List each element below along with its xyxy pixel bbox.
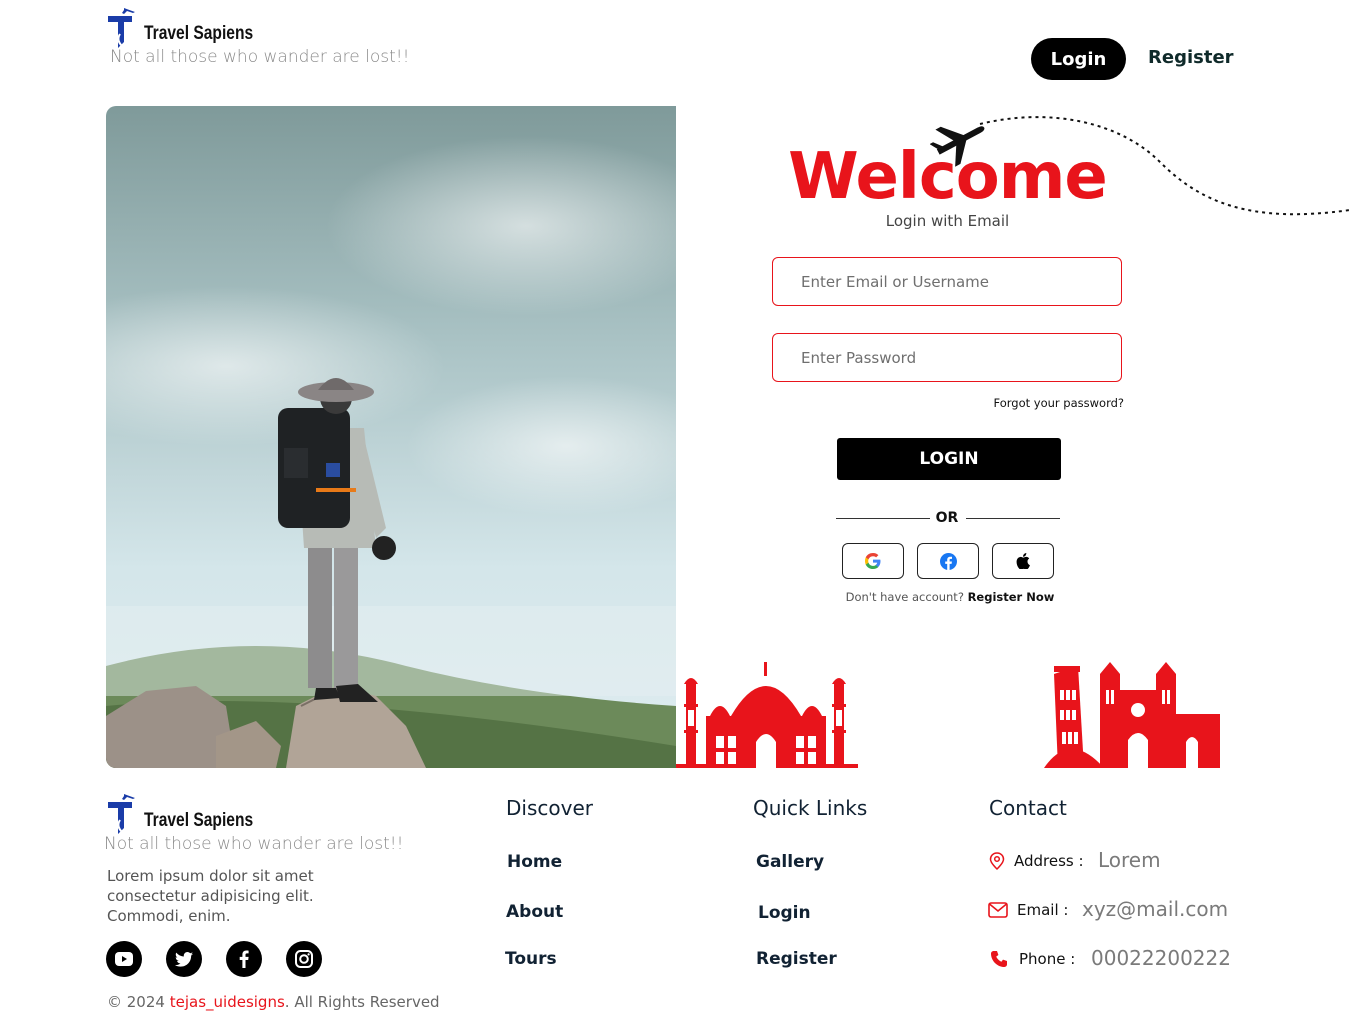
footer-link-home[interactable]: Home xyxy=(507,852,562,872)
footer-link-about[interactable]: About xyxy=(506,902,563,922)
youtube-icon xyxy=(115,952,133,966)
instagram-link[interactable] xyxy=(286,941,322,977)
footer-link-login[interactable]: Login xyxy=(758,903,811,923)
no-account-text: Don't have account? xyxy=(845,590,964,604)
twitter-link[interactable] xyxy=(166,941,202,977)
hero-image xyxy=(106,106,676,768)
quick-links-heading: Quick Links xyxy=(753,796,868,820)
footer-link-tours[interactable]: Tours xyxy=(505,949,557,969)
footer-link-register[interactable]: Register xyxy=(756,949,837,969)
email-input[interactable] xyxy=(772,257,1122,306)
phone-label: Phone : xyxy=(1019,950,1076,968)
google-icon xyxy=(865,553,881,569)
or-divider-right xyxy=(966,518,1060,519)
header-login-button[interactable]: Login xyxy=(1031,38,1126,80)
copyright-brand-link[interactable]: tejas_uidesigns xyxy=(170,993,285,1011)
register-now-link[interactable]: Register Now xyxy=(968,590,1055,604)
phone-value[interactable]: 00022200222 xyxy=(1091,946,1231,970)
logo-mark-icon xyxy=(108,8,135,48)
google-login-button[interactable] xyxy=(842,543,904,579)
email-label: Email : xyxy=(1017,901,1069,919)
welcome-title: Welcome xyxy=(788,140,1108,214)
hiker-photo xyxy=(106,106,676,768)
logo-text: Travel Sapiens xyxy=(144,23,254,44)
taj-mahal-illustration xyxy=(676,662,858,768)
password-input[interactable] xyxy=(772,333,1122,382)
email-value[interactable]: xyz@mail.com xyxy=(1082,897,1228,921)
header-logo[interactable]: Travel Sapiens xyxy=(106,4,306,50)
youtube-link[interactable] xyxy=(106,941,142,977)
location-pin-icon xyxy=(989,852,1005,870)
or-divider-left xyxy=(836,518,930,519)
facebook-icon xyxy=(939,552,957,570)
european-landmarks-illustration xyxy=(1044,662,1220,768)
footer-logo-text: Travel Sapiens xyxy=(144,810,254,831)
copyright-prefix: © 2024 xyxy=(107,993,165,1011)
header-register-link[interactable]: Register xyxy=(1148,47,1234,68)
mail-icon xyxy=(988,902,1008,918)
footer-logo-mark-icon xyxy=(108,794,135,834)
copyright: © 2024 tejas_uidesigns. All Rights Reser… xyxy=(107,993,440,1011)
copyright-suffix: . All Rights Reserved xyxy=(284,993,440,1011)
address-label: Address : xyxy=(1014,852,1084,870)
facebook-icon xyxy=(239,950,249,968)
apple-login-button[interactable] xyxy=(992,543,1054,579)
facebook-login-button[interactable] xyxy=(917,543,979,579)
footer-logo[interactable]: Travel Sapiens xyxy=(106,790,306,836)
apple-icon xyxy=(1016,553,1030,569)
twitter-icon xyxy=(175,951,193,967)
address-value: Lorem xyxy=(1098,848,1161,872)
register-prompt: Don't have account? Register Now xyxy=(770,590,1130,604)
login-submit-button[interactable]: LOGIN xyxy=(837,438,1061,480)
footer-description: Lorem ipsum dolor sit amet consectetur a… xyxy=(107,867,314,925)
footer-tagline: Not all those who wander are lost!! xyxy=(104,834,404,854)
login-subtitle: Login with Email xyxy=(885,212,1010,230)
header-tagline: Not all those who wander are lost!! xyxy=(110,47,410,67)
or-label: OR xyxy=(935,510,959,526)
instagram-icon xyxy=(295,950,313,968)
phone-icon xyxy=(991,951,1007,967)
footer-link-gallery[interactable]: Gallery xyxy=(756,852,824,872)
facebook-link[interactable] xyxy=(226,941,262,977)
discover-heading: Discover xyxy=(506,796,593,820)
forgot-password-link[interactable]: Forgot your password? xyxy=(900,396,1124,410)
contact-heading: Contact xyxy=(989,796,1067,820)
